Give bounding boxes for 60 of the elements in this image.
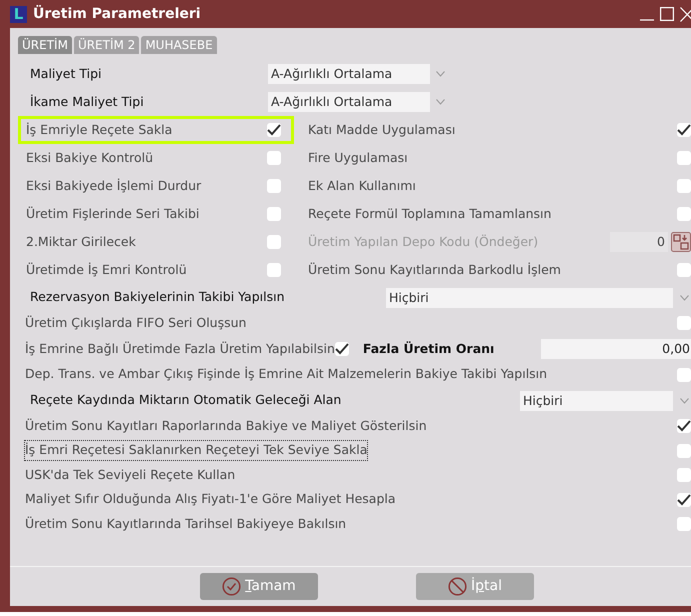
- chevron-down-icon[interactable]: [436, 71, 445, 77]
- option-label: Üretimde İş Emri Kontrolü: [26, 260, 187, 279]
- dropdown-field[interactable]: A-Ağırlıklı Ortalama: [268, 64, 430, 84]
- checkbox[interactable]: [677, 151, 691, 165]
- dropdown-field[interactable]: Hiçbiri: [520, 390, 673, 410]
- number-field[interactable]: 0,00: [540, 339, 691, 359]
- checkbox[interactable]: [677, 207, 691, 221]
- prohibited-icon: [448, 577, 467, 596]
- option-label: Reçete Formül Toplamına Tamamlansın: [308, 204, 552, 223]
- close-icon[interactable]: [680, 6, 691, 22]
- checkbox[interactable]: [677, 492, 691, 507]
- checkbox[interactable]: [267, 179, 281, 193]
- checkbox[interactable]: [267, 235, 281, 249]
- field-label: Fazla Üretim Oranı: [362, 340, 496, 358]
- option-label: Üretim Sonu Kayıtlarında Barkodlu İşlem: [308, 260, 561, 279]
- checkbox[interactable]: [677, 444, 691, 458]
- option-label: Dep. Trans. ve Ambar Çıkış Fişinde İş Emrine Ait Malzemelerin Bakiye Takibi Yapılsın: [24, 365, 548, 384]
- checkbox[interactable]: [677, 263, 691, 277]
- checkbox[interactable]: [267, 207, 281, 221]
- checkbox[interactable]: [267, 151, 281, 165]
- chevron-down-icon[interactable]: [680, 294, 689, 300]
- checkbox[interactable]: [677, 368, 691, 382]
- option-label: Maliyet Sıfır Olduğunda Alış Fiyatı-1'e Göre Maliyet Hesapla: [24, 490, 397, 508]
- app-logo: L: [10, 6, 27, 22]
- chevron-down-icon[interactable]: [680, 398, 689, 404]
- option-label: Eksi Bakiye Kontrolü: [26, 148, 154, 167]
- option-label: Üretim Sonu Kayıtları Raporlarında Bakiye ve Maliyet Gösterilsin: [24, 416, 428, 435]
- checkbox[interactable]: [267, 123, 281, 137]
- checkbox[interactable]: [334, 342, 349, 356]
- dropdown-field[interactable]: A-Ağırlıklı Ortalama: [268, 92, 430, 112]
- window-title: Üretim Parametreleri: [33, 4, 201, 24]
- option-label: Üretim Çıkışlarda FIFO Seri Oluşsun: [24, 314, 248, 332]
- option-label: Ek Alan Kullanımı: [308, 176, 416, 195]
- checkbox[interactable]: [677, 123, 691, 137]
- option-label: Reçete Kaydında Miktarın Otomatik Geleceği Alan: [30, 391, 342, 410]
- option-label: Eksi Bakiyede İşlemi Durdur: [26, 176, 202, 195]
- checkbox[interactable]: [677, 468, 691, 482]
- option-label: Üretim Fişlerinde Seri Takibi: [26, 204, 200, 223]
- checkbox[interactable]: [677, 179, 691, 193]
- maximize-icon[interactable]: [660, 7, 674, 21]
- option-label: Üretim Sonu Kayıtlarında Tarihsel Bakiyeye Bakılsın: [24, 514, 348, 533]
- lookup-button[interactable]: [671, 232, 691, 252]
- option-label: Üretim Yapılan Depo Kodu (Öndeğer): [308, 232, 538, 251]
- option-label: Rezervasyon Bakiyelerinin Takibi Yapılsın: [30, 288, 286, 306]
- check-circle-icon: [222, 577, 242, 596]
- option-label: İş Emrine Bağlı Üretimde Fazla Üretim Yapılabilsin: [24, 340, 335, 358]
- checkbox[interactable]: [677, 316, 691, 330]
- chevron-down-icon[interactable]: [436, 99, 445, 105]
- option-label: USK'da Tek Seviyeli Reçete Kullan: [24, 466, 236, 484]
- option-label: İş Emri Reçetesi Saklanırken Reçeteyi Tek Seviye Sakla: [24, 440, 368, 462]
- option-label: 2.Miktar Girilecek: [26, 232, 136, 251]
- checkbox[interactable]: [677, 517, 691, 532]
- option-label: Katı Madde Uygulaması: [308, 120, 456, 139]
- option-label: Maliyet Tipi: [30, 64, 102, 83]
- option-label: İkame Maliyet Tipi: [30, 92, 145, 111]
- dropdown-field[interactable]: Hiçbiri: [386, 288, 673, 308]
- checkbox[interactable]: [677, 419, 691, 434]
- checkbox[interactable]: [267, 263, 281, 277]
- option-label: Fire Uygulaması: [308, 148, 408, 167]
- option-label: İş Emriyle Reçete Sakla: [26, 120, 172, 139]
